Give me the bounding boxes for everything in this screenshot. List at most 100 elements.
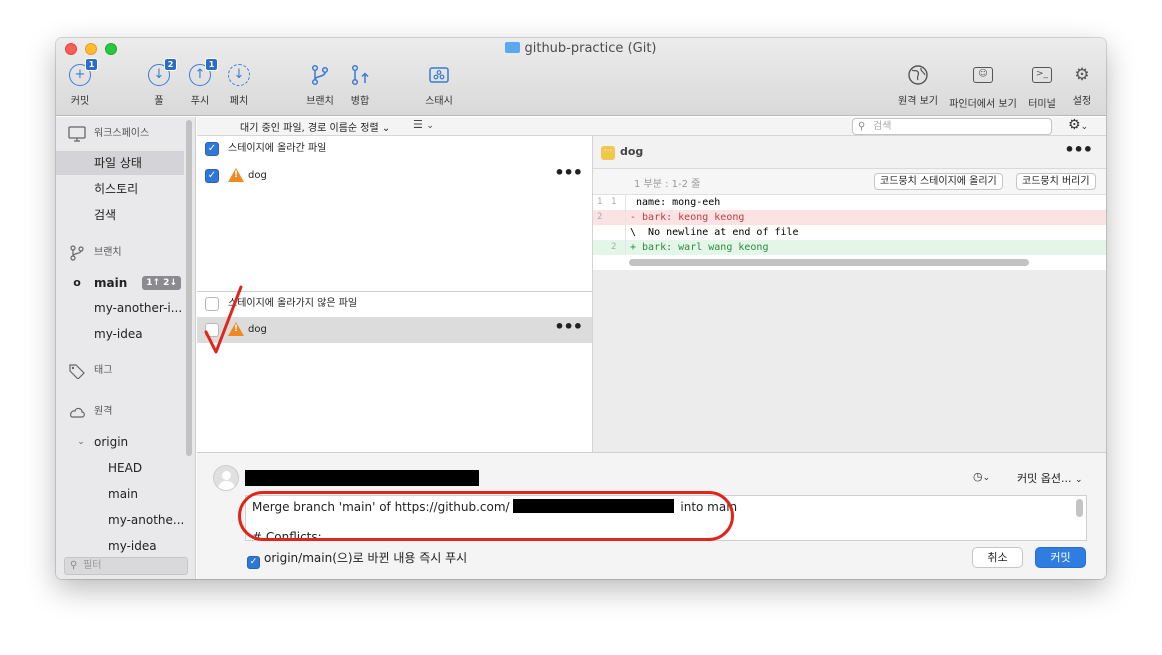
search-label: 검색	[94, 208, 117, 222]
file-filter-bar: 대기 중인 파일, 경로 이름순 정렬 ⌄ ☰ ⌄ ⚲ 검색 ⚙⌄	[197, 117, 1106, 136]
sidebar-branch-my-idea[interactable]: my-idea	[56, 322, 184, 346]
more-options-icon[interactable]: •••	[1064, 140, 1093, 159]
fetch-toolbar-button[interactable]: ↓ 페치	[219, 64, 259, 107]
staged-file-row[interactable]: ✓ ! dog •••	[197, 163, 592, 189]
sidebar-header-branches[interactable]: 브랜치	[56, 241, 184, 265]
chevron-down-icon[interactable]: ⌄	[76, 434, 86, 450]
branch-name: my-another-i...	[94, 301, 183, 315]
push-toolbar-button[interactable]: ↑ 1 푸시	[180, 58, 220, 107]
terminal-toolbar-button[interactable]: >_ 터미널	[1022, 64, 1062, 110]
show-in-finder-toolbar-label: 파인더에서 보기	[949, 99, 1017, 110]
tags-header-label: 태그	[94, 365, 113, 376]
sidebar-header-remotes[interactable]: 원격	[56, 400, 184, 424]
tag-icon	[68, 363, 86, 380]
stash-toolbar-label: 스태시	[425, 96, 453, 107]
diff-line-text: name: mong-eeh	[630, 197, 721, 208]
window-title-text: github-practice (Git)	[524, 41, 657, 56]
view-mode-dropdown[interactable]: ☰ ⌄	[413, 118, 434, 131]
push-immediately-checkbox[interactable]: ✓	[247, 556, 260, 569]
sidebar-header-tags[interactable]: 태그	[56, 359, 184, 383]
sidebar-remote-branch-my-another[interactable]: my-anothe...	[56, 508, 184, 532]
settings-toolbar-label: 설정	[1072, 96, 1092, 107]
commit-icon: +1	[69, 58, 98, 86]
old-line-number: 1	[597, 197, 603, 207]
sidebar-branch-my-another-idea[interactable]: my-another-i...	[56, 296, 184, 320]
annotation-circle	[238, 491, 734, 541]
stash-toolbar-button[interactable]: 스태시	[419, 64, 459, 107]
branch-toolbar-button[interactable]: 브랜치	[300, 64, 340, 107]
sidebar-item-file-status[interactable]: 파일 상태	[56, 151, 184, 175]
cancel-button[interactable]: 취소	[972, 547, 1023, 568]
sidebar-remote-branch-main[interactable]: main	[56, 482, 184, 506]
ahead-behind-badge: 1↑ 2↓	[142, 276, 181, 290]
file-search-input[interactable]: ⚲ 검색	[852, 118, 1052, 135]
file-list-pane: ✓ 스테이지에 올라간 파일 ✓ ! dog ••• 스테이지에 올라가지 않은…	[197, 136, 593, 452]
diff-line-deleted: 2 - bark: keong keong	[593, 210, 1106, 225]
commit-toolbar-button[interactable]: +1 커밋	[60, 58, 100, 107]
sort-label: 대기 중인 파일, 경로 이름순 정렬	[240, 123, 379, 134]
gear-icon[interactable]: ⚙⌄	[1068, 117, 1088, 133]
sidebar-scrollbar[interactable]	[186, 120, 192, 456]
remote-branch-name: my-idea	[108, 539, 157, 553]
sidebar-item-history[interactable]: 히스토리	[56, 177, 184, 201]
gear-icon: ⚙	[1074, 65, 1090, 85]
app-window: github-practice (Git) +1 커밋 ↓ 2 풀 ↑ 1 푸시 ↓…	[56, 38, 1106, 579]
show-remote-toolbar-label: 원격 보기	[898, 96, 938, 107]
merge-toolbar-label: 병합	[350, 96, 370, 107]
unstaged-file-row[interactable]: ! dog •••	[197, 317, 592, 343]
sort-dropdown[interactable]: 대기 중인 파일, 경로 이름순 정렬 ⌄	[240, 119, 390, 134]
commit-options-dropdown[interactable]: 커밋 옵션... ⌄	[1017, 470, 1083, 486]
remote-name: origin	[94, 435, 129, 449]
staged-header-label: 스테이지에 올라간 파일	[228, 143, 327, 154]
diff-file-header: ··· dog •••	[593, 136, 1106, 169]
pull-toolbar-button[interactable]: ↓ 2 풀	[139, 58, 179, 107]
discard-hunk-button[interactable]: 코드뭉치 버리기	[1016, 173, 1096, 190]
branch-toolbar-label: 브랜치	[306, 96, 334, 107]
diff-line-text: + bark: warl wang keong	[630, 242, 769, 253]
commit-history-dropdown[interactable]: ◷⌄	[973, 470, 990, 483]
unstaged-files-header: 스테이지에 올라가지 않은 파일	[197, 291, 592, 317]
diff-line-context: 1 1 name: mong-eeh	[593, 195, 1106, 210]
staged-file-checkbox[interactable]: ✓	[205, 169, 219, 183]
author-redacted	[245, 470, 479, 486]
commit-badge: 1	[85, 58, 98, 71]
remotes-header-label: 원격	[94, 406, 113, 417]
push-icon: ↑ 1	[189, 58, 218, 86]
more-options-icon[interactable]: •••	[554, 160, 583, 186]
sidebar-branch-main[interactable]: o main 1↑ 2↓	[56, 271, 184, 295]
staged-all-checkbox[interactable]: ✓	[205, 142, 219, 156]
push-toolbar-label: 푸시	[190, 96, 210, 107]
merge-icon	[349, 64, 371, 86]
push-badge: 1	[205, 58, 218, 71]
diff-line-text: \ No newline at end of file	[630, 227, 799, 238]
sidebar-filter-input[interactable]: ⚲ 필터	[64, 557, 188, 575]
commit-toolbar-label: 커밋	[70, 96, 90, 107]
sidebar-remote-origin[interactable]: ⌄ origin	[56, 430, 184, 454]
sidebar-remote-branch-head[interactable]: HEAD	[56, 456, 184, 480]
branch-icon	[309, 64, 331, 86]
diff-line-added: 2 + bark: warl wang keong	[593, 240, 1106, 255]
commit-options-label: 커밋 옵션...	[1017, 472, 1072, 485]
sidebar-item-search[interactable]: 검색	[56, 203, 184, 227]
stage-hunk-button[interactable]: 코드뭉치 스테이지에 올리기	[874, 173, 1003, 190]
show-remote-toolbar-button[interactable]: 원격 보기	[893, 64, 943, 107]
push-option-label: origin/main(으)로 바뀐 내용 즉시 푸시	[264, 551, 468, 565]
search-icon: ⚲	[858, 121, 866, 132]
diff-line-note: \ No newline at end of file	[593, 225, 1106, 240]
push-immediately-option[interactable]: ✓ origin/main(으)로 바뀐 내용 즉시 푸시	[247, 549, 467, 569]
settings-toolbar-button[interactable]: ⚙ 설정	[1062, 64, 1102, 107]
search-placeholder: 검색	[873, 121, 892, 132]
message-scrollbar[interactable]	[1076, 499, 1083, 517]
conflict-warning-icon: !	[228, 168, 244, 182]
history-label: 히스토리	[94, 182, 139, 196]
folder-icon	[505, 42, 521, 53]
show-in-finder-toolbar-button[interactable]: ☺ 파인더에서 보기	[945, 64, 1021, 110]
sidebar-remote-branch-my-idea[interactable]: my-idea	[56, 534, 184, 558]
merge-toolbar-button[interactable]: 병합	[340, 64, 380, 107]
hunk-header: 1 부분 : 1-2 줄 코드뭉치 스테이지에 올리기 코드뭉치 버리기	[593, 169, 1106, 195]
diff-horizontal-scrollbar[interactable]	[629, 259, 1029, 266]
hunk-title: 1 부분 : 1-2 줄	[634, 179, 701, 190]
fetch-toolbar-label: 페치	[229, 96, 249, 107]
commit-button[interactable]: 커밋	[1035, 547, 1086, 568]
more-options-icon[interactable]: •••	[554, 314, 583, 340]
